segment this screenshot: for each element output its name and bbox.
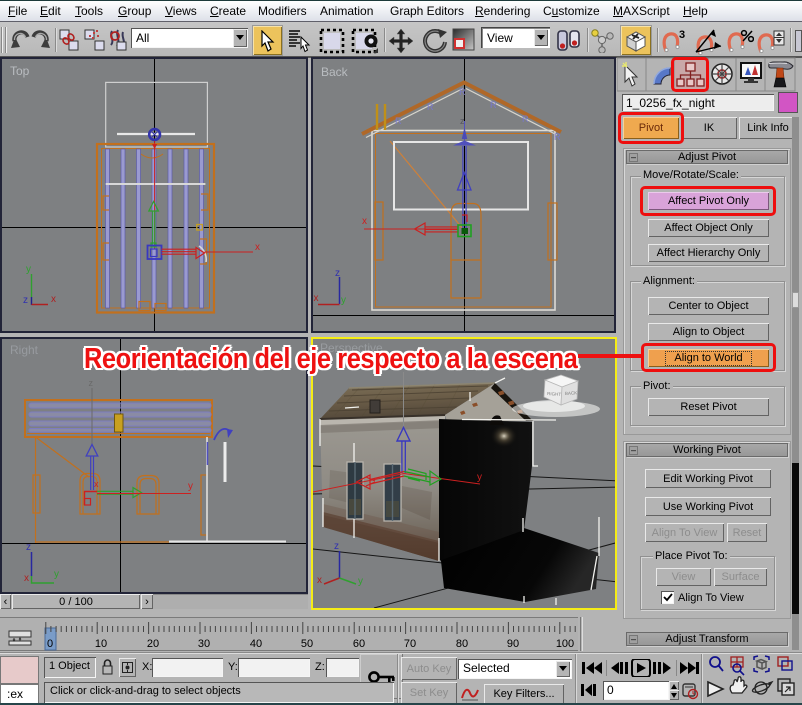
svg-text:y: y: [26, 264, 31, 275]
svg-text:RIGHT: RIGHT: [547, 391, 562, 397]
svg-text:60: 60: [353, 638, 365, 650]
svg-text:30: 30: [198, 638, 210, 650]
svg-text:x: x: [51, 294, 56, 305]
svg-text:70: 70: [404, 638, 416, 650]
svg-text:Back: Back: [321, 65, 349, 79]
svg-text:x: x: [94, 479, 99, 489]
svg-text:x: x: [317, 575, 322, 586]
svg-text:R: R: [490, 100, 497, 110]
svg-text:80: 80: [456, 638, 468, 650]
svg-text:y: y: [477, 472, 482, 483]
svg-text:R: R: [554, 132, 561, 142]
svg-text:0: 0: [47, 638, 53, 650]
svg-text:R: R: [395, 116, 402, 126]
svg-text:y: y: [54, 569, 59, 580]
svg-text:Right: Right: [10, 343, 39, 357]
svg-text:z: z: [23, 295, 28, 306]
svg-text:40: 40: [250, 638, 262, 650]
svg-text:10: 10: [95, 638, 107, 650]
svg-text:R: R: [522, 114, 529, 124]
svg-text:z: z: [334, 541, 339, 552]
svg-text:R: R: [459, 87, 466, 97]
svg-text:100: 100: [556, 638, 574, 650]
svg-text:z: z: [460, 116, 465, 126]
svg-text:y: y: [341, 295, 346, 306]
svg-text:y: y: [358, 576, 363, 587]
svg-text:20: 20: [147, 638, 159, 650]
svg-text:y: y: [188, 481, 193, 492]
svg-text:Top: Top: [10, 64, 30, 78]
svg-text:3: 3: [679, 29, 685, 41]
svg-text:50: 50: [301, 638, 313, 650]
svg-text:x: x: [24, 573, 29, 584]
svg-text:x: x: [255, 242, 260, 253]
svg-text:z: z: [89, 378, 94, 388]
svg-text:BACK: BACK: [565, 390, 578, 396]
svg-text:z: z: [26, 542, 31, 553]
svg-text:x: x: [362, 216, 367, 227]
svg-text:x: x: [314, 293, 319, 304]
svg-text:R: R: [427, 102, 434, 112]
svg-text:90: 90: [507, 638, 519, 650]
